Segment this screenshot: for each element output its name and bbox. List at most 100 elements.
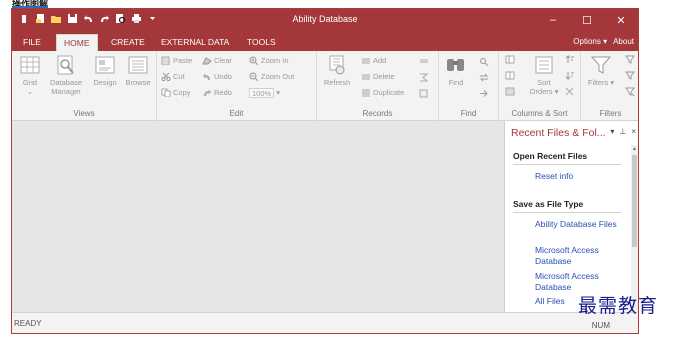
ribbon: Grid ⌄ Database Manager Design Browse Vi… [12,51,638,121]
sort-orders-icon [535,56,553,74]
delete-record-button[interactable]: Delete [361,71,395,82]
reset-info-link[interactable]: Reset info [535,171,621,182]
goto-icon[interactable] [479,89,489,98]
paste-button[interactable]: Paste [161,55,192,66]
copy-button[interactable]: Copy [161,87,191,98]
about-link[interactable]: About [613,37,634,46]
title-bar: Ability Database – ☐ ✕ [12,9,638,31]
find-button[interactable]: Find [445,55,467,87]
recent-files-pane: Recent Files & Fol... ▾ ⊥ × Open Recent … [504,121,638,314]
views-group-label: Views [73,109,95,118]
paste-icon [161,56,170,65]
records-menu-icon[interactable] [419,57,429,66]
zoom-in-button[interactable]: Zoom In [249,55,289,66]
status-bar: READY NUM [12,312,638,333]
duplicate-record-button[interactable]: Duplicate [361,87,404,98]
design-icon [95,56,115,74]
crop-label: 操作图解 [12,0,49,8]
divider [513,164,621,165]
database-manager-icon [57,55,74,75]
cut-icon [161,72,171,81]
filter-selection-icon[interactable] [625,55,635,64]
design-button[interactable]: Design [90,55,120,87]
binoculars-icon [447,59,464,71]
zoom-out-icon [249,72,259,81]
freeze-column-icon[interactable] [505,87,515,96]
tab-external-data[interactable]: EXTERNAL DATA [154,34,236,51]
add-record-icon [362,58,370,64]
save-as-heading: Save as File Type [513,199,584,209]
tab-create[interactable]: CREATE [104,34,152,51]
maximize-button[interactable]: ☐ [570,9,604,31]
grid-dropdown-icon: ⌄ [26,87,34,96]
app-window: Ability Database – ☐ ✕ FILE HOME CREATE … [11,8,639,334]
pane-close-icon[interactable]: × [631,127,636,136]
records-group-label: Records [362,109,393,118]
tab-home[interactable]: HOME [56,34,98,51]
find-group: Find Find [439,51,499,121]
hide-column-icon[interactable] [505,71,515,80]
close-button[interactable]: ✕ [604,9,638,31]
redo-button[interactable]: Redo [202,87,232,98]
duplicate-record-icon [362,89,370,97]
refresh-button[interactable]: Refresh [319,55,355,87]
zoom-level-select[interactable]: 100% ▾ [249,87,280,98]
database-manager-button[interactable]: Database Manager [48,55,84,96]
clear-button[interactable]: Clear [202,55,232,66]
filters-group-label: Filters [599,109,622,118]
delete-record-icon [362,74,370,80]
filter-toggle-icon[interactable] [625,71,635,80]
sort-ascending-icon[interactable] [565,55,575,64]
tabs-right-links: Options ▾ About [573,37,634,46]
browse-button[interactable]: Browse [122,55,154,87]
status-ready: READY [14,319,42,328]
clear-filter-icon[interactable] [625,87,635,96]
options-menu[interactable]: Options ▾ [573,37,607,46]
divider [513,212,621,213]
undo-button[interactable]: Undo [202,71,232,82]
sort-orders-button[interactable]: Sort Orders ▾ [527,55,561,96]
pane-pin-icon[interactable]: ⊥ [619,127,626,136]
tab-tools[interactable]: TOOLS [240,34,283,51]
columns-sort-group-label: Columns & Sort [511,109,568,118]
minimize-button[interactable]: – [536,9,570,31]
sort-descending-icon[interactable] [565,71,575,80]
undo-arrow-icon [203,73,210,80]
ability-database-files-link[interactable]: Ability Database Files [535,219,621,230]
zoom-dropdown-icon: ▾ [276,88,280,97]
ribbon-tabs: FILE HOME CREATE EXTERNAL DATA TOOLS Opt… [12,31,638,51]
views-group: Grid ⌄ Database Manager Design Browse Vi… [12,51,157,121]
document-workspace[interactable] [12,121,504,314]
tab-file[interactable]: FILE [16,34,48,51]
records-more-icon[interactable] [419,89,429,98]
scroll-up-icon[interactable]: ▲ [631,146,638,152]
copy-icon [161,88,171,97]
pane-controls: ▾ ⊥ × [610,127,636,136]
zoom-in-icon [249,56,259,65]
grid-icon [20,56,40,74]
records-group: Refresh Add Delete Duplicate Records [317,51,439,121]
refresh-icon [329,55,345,75]
edit-group: Paste Cut Copy Clear Undo Redo Zoom In Z… [157,51,317,121]
replace-icon[interactable] [479,73,489,82]
access-database-link-2[interactable]: Microsoft Access Database [535,271,621,293]
add-record-button[interactable]: Add [361,55,386,66]
pane-title: Recent Files & Fol... [511,127,606,139]
column-width-icon[interactable] [505,55,515,64]
find-group-label: Find [460,109,477,118]
window-controls: – ☐ ✕ [536,9,638,31]
cut-button[interactable]: Cut [161,71,185,82]
clear-sort-icon[interactable] [565,87,575,96]
pane-options-icon[interactable]: ▾ [610,127,614,136]
filters-group: Filters ▾ Filters [581,51,638,121]
records-sum-icon[interactable] [419,73,429,82]
access-database-link[interactable]: Microsoft Access Database [535,245,621,267]
grid-button[interactable]: Grid ⌄ [18,55,42,96]
find-next-icon[interactable] [479,57,489,66]
filters-button[interactable]: Filters ▾ [587,55,615,87]
pane-scrollbar[interactable]: ▲ [631,145,638,314]
zoom-out-button[interactable]: Zoom Out [249,71,294,82]
columns-sort-group: Sort Orders ▾ Columns & Sort [499,51,581,121]
watermark-text: 最需教育 [578,295,659,317]
scroll-thumb[interactable] [632,155,637,247]
